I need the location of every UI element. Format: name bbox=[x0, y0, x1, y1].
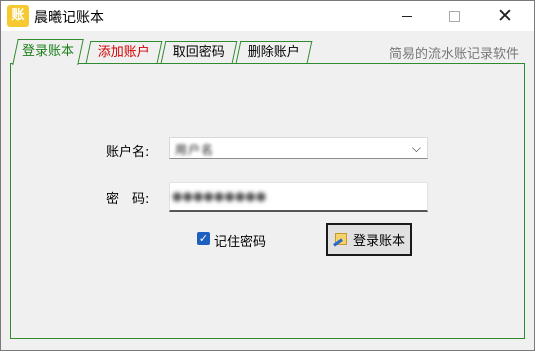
app-tagline: 简易的流水账记录软件 bbox=[389, 47, 520, 62]
remember-password-label[interactable]: 记住密码 bbox=[214, 231, 266, 250]
close-icon: ✕ bbox=[497, 4, 513, 27]
minimize-button[interactable] bbox=[384, 1, 430, 31]
tab-add-account[interactable]: 添加账户 bbox=[85, 41, 163, 63]
notebook-pen-icon bbox=[333, 232, 349, 247]
password-field[interactable]: ●●●●●●●●● bbox=[169, 182, 428, 212]
checkmark-icon: ✓ bbox=[198, 232, 209, 245]
tab-login-label: 登录账本 bbox=[21, 44, 74, 59]
close-button[interactable]: ✕ bbox=[482, 1, 528, 31]
app-window: 账 晨曦记账本 ✕ 登录账本 添加账户 取回密码 删除账户 简易的流水账记录软件… bbox=[0, 0, 535, 351]
login-button-label: 登录账本 bbox=[352, 234, 405, 249]
remember-password-checkbox[interactable]: ✓ bbox=[197, 232, 210, 245]
window-title: 晨曦记账本 bbox=[34, 10, 104, 26]
maximize-button[interactable] bbox=[431, 1, 477, 31]
tab-recover-password-label: 取回密码 bbox=[172, 45, 225, 60]
account-value: 用户名 bbox=[175, 143, 215, 157]
tab-login[interactable]: 登录账本 bbox=[12, 39, 84, 65]
chevron-down-icon[interactable]: ⌵ bbox=[412, 141, 421, 156]
account-dropdown[interactable]: 用户名 ⌵ bbox=[169, 137, 428, 159]
login-button[interactable]: 登录账本 bbox=[326, 223, 412, 256]
password-value: ●●●●●●●●● bbox=[172, 189, 267, 203]
account-label: 账户名: bbox=[106, 145, 150, 160]
title-bar: 账 晨曦记账本 ✕ bbox=[1, 1, 534, 31]
tab-delete-account-label: 删除账户 bbox=[247, 45, 300, 60]
app-logo-icon: 账 bbox=[7, 5, 29, 27]
maximize-icon bbox=[448, 10, 460, 22]
tab-delete-account[interactable]: 删除账户 bbox=[235, 41, 313, 63]
minimize-icon bbox=[402, 15, 412, 17]
tab-add-account-label: 添加账户 bbox=[97, 45, 150, 60]
tab-recover-password[interactable]: 取回密码 bbox=[160, 41, 238, 63]
password-label: 密 码: bbox=[106, 192, 150, 207]
